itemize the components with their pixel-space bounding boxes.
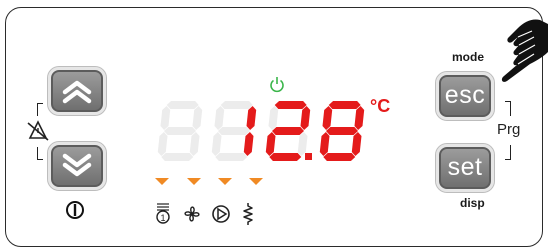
digit-1-segment-f [160, 106, 171, 130]
digit-4-segment-c [351, 132, 362, 156]
double-chevron-down-icon [62, 153, 92, 177]
indicator-2 [187, 178, 201, 185]
digit-2-segment-d [215, 153, 248, 161]
mode-label: mode [452, 50, 485, 64]
left-bracket-bottom [37, 147, 43, 160]
digit-2-segment-e [211, 132, 222, 156]
status-indicators [155, 178, 263, 185]
digit-4-segment-b [354, 106, 365, 130]
compressor-step-icon: 1 [156, 203, 170, 224]
up-button[interactable] [47, 66, 107, 116]
set-button[interactable]: set [435, 143, 495, 193]
digit-3-segment-e [265, 132, 276, 156]
digit-1-segment-e [157, 132, 168, 156]
alarm-mute-icon [27, 120, 49, 141]
right-bracket-top [505, 101, 511, 116]
digit-2-segment-c [243, 132, 254, 156]
double-chevron-up-icon [62, 80, 92, 104]
heater-icon [243, 203, 253, 225]
disp-label: disp [460, 196, 485, 210]
digit-4-segment-d [323, 153, 356, 161]
left-bracket-top [37, 103, 43, 116]
digit-4-segment-a [328, 101, 361, 109]
pump-icon [212, 205, 230, 223]
svg-text:1: 1 [160, 213, 165, 223]
fan-icon [184, 206, 200, 222]
digit-3-segment-d [269, 153, 302, 161]
digit-2-segment-a [220, 101, 253, 109]
on-off-icon [66, 201, 84, 219]
digit-3-segment-b [300, 106, 311, 130]
digit-1-segment-d [161, 153, 194, 161]
seven-segment-display [157, 101, 365, 161]
power-icon [270, 77, 284, 93]
digit-4-segment-f [322, 106, 333, 130]
set-button-label: set [447, 153, 483, 181]
indicator-1 [155, 178, 169, 185]
digit-1-segment-g [164, 127, 196, 135]
indicator-3 [218, 178, 232, 185]
digit-1-segment-a [166, 101, 199, 109]
indicator-4 [249, 178, 263, 185]
digit-3-segment-c [297, 132, 308, 156]
digit-4-segment-g [326, 127, 358, 135]
prg-label: Prg [497, 121, 521, 138]
down-button[interactable] [47, 141, 107, 191]
digit-2-segment-g [218, 127, 250, 135]
unit-label: °C [370, 96, 391, 116]
digit-2-segment-f [214, 106, 225, 130]
digit-3-segment-g [272, 127, 304, 135]
decimal-point [305, 153, 312, 160]
esc-button-label: esc [444, 81, 486, 109]
right-bracket-bottom [505, 145, 511, 160]
digit-1-segment-b [192, 106, 203, 130]
digit-4-segment-e [319, 132, 330, 156]
hand-pointer-icon [501, 19, 548, 82]
digit-3-segment-a [274, 101, 307, 109]
esc-button[interactable]: esc [435, 71, 495, 121]
digit-3-segment-f [268, 106, 279, 130]
digit-1-segment-c [189, 132, 200, 156]
digit-2-segment-b [246, 106, 257, 130]
